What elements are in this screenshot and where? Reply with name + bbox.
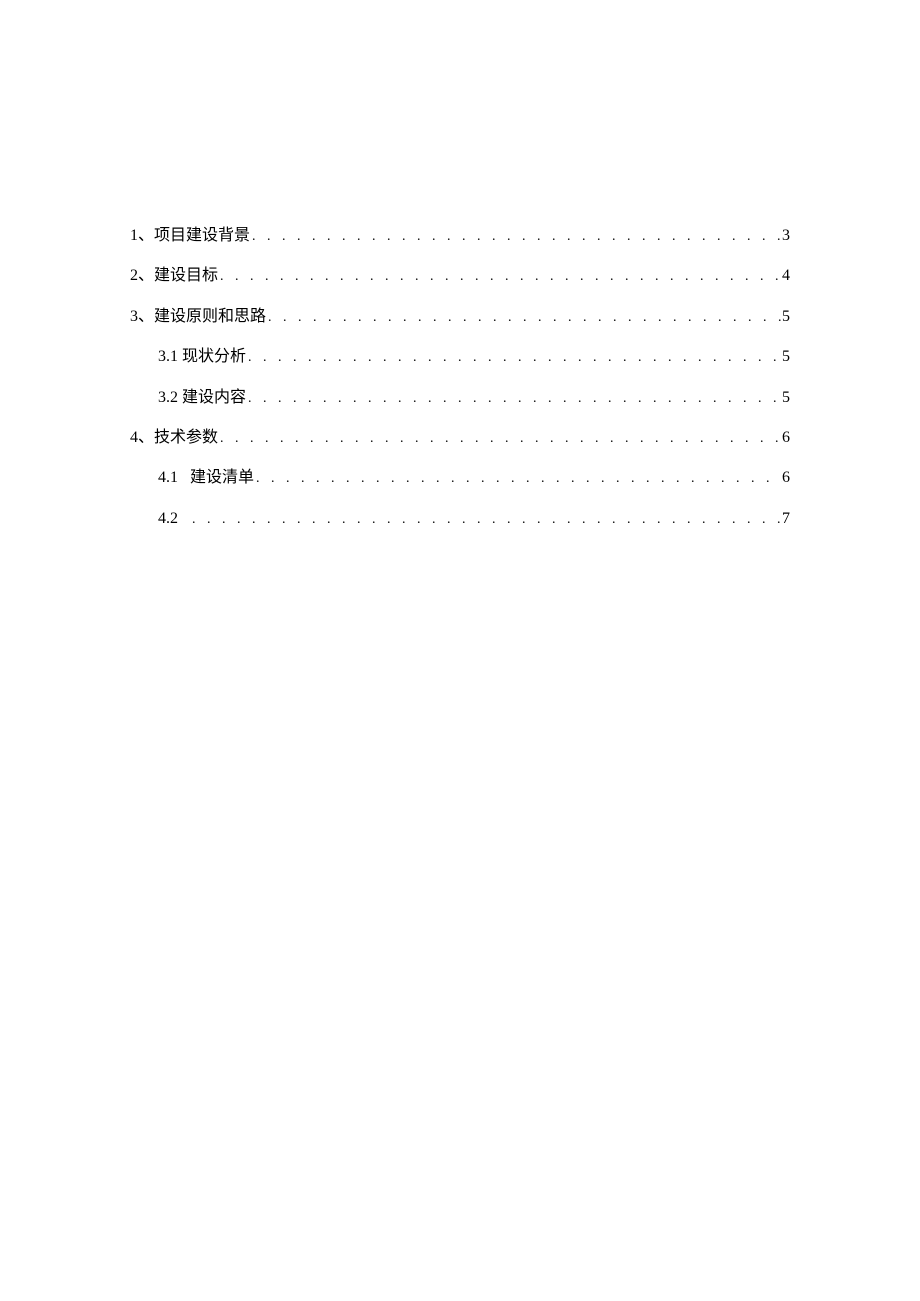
toc-entry-title: 3.1 现状分析 bbox=[158, 346, 246, 368]
toc-entry[interactable]: 3、建设原则和思路 5 bbox=[130, 306, 790, 328]
toc-entry-title: 3、建设原则和思路 bbox=[130, 306, 266, 328]
toc-entry-title: 1、项目建设背景 bbox=[130, 225, 250, 247]
toc-entry-page: 5 bbox=[782, 387, 790, 409]
toc-entry[interactable]: 4.1建设清单 6 bbox=[130, 467, 790, 489]
toc-entry-title: 4.1建设清单 bbox=[158, 467, 254, 489]
toc-entry-page: 5 bbox=[782, 306, 790, 328]
toc-entry-page: 5 bbox=[782, 346, 790, 368]
toc-entry-page: 6 bbox=[782, 427, 790, 449]
toc-dots bbox=[246, 348, 782, 368]
toc-entry-page: 3 bbox=[782, 225, 790, 247]
toc-entry-title: 3.2 建设内容 bbox=[158, 387, 246, 409]
toc-dots bbox=[266, 308, 782, 328]
toc-dots bbox=[250, 227, 782, 247]
toc-entry-title: 4.2 bbox=[158, 508, 190, 530]
toc-entry-page: 6 bbox=[782, 467, 790, 489]
toc-dots bbox=[218, 429, 782, 449]
toc-dots bbox=[246, 389, 782, 409]
toc-entry[interactable]: 3.1 现状分析 5 bbox=[130, 346, 790, 368]
toc-dots bbox=[254, 469, 782, 489]
toc-entry-title: 2、建设目标 bbox=[130, 265, 218, 287]
toc-entry[interactable]: 4、技术参数 6 bbox=[130, 427, 790, 449]
toc-container: 1、项目建设背景 3 2、建设目标 4 3、建设原则和思路 5 3.1 现状分析… bbox=[0, 0, 920, 530]
toc-entry-title: 4、技术参数 bbox=[130, 427, 218, 449]
toc-entry-page: 4 bbox=[782, 265, 790, 287]
toc-entry[interactable]: 4.2 7 bbox=[130, 508, 790, 530]
toc-entry-page: 7 bbox=[782, 508, 790, 530]
toc-dots bbox=[218, 267, 782, 287]
toc-entry[interactable]: 2、建设目标 4 bbox=[130, 265, 790, 287]
toc-dots bbox=[190, 510, 782, 530]
toc-entry[interactable]: 1、项目建设背景 3 bbox=[130, 225, 790, 247]
toc-entry[interactable]: 3.2 建设内容 5 bbox=[130, 387, 790, 409]
